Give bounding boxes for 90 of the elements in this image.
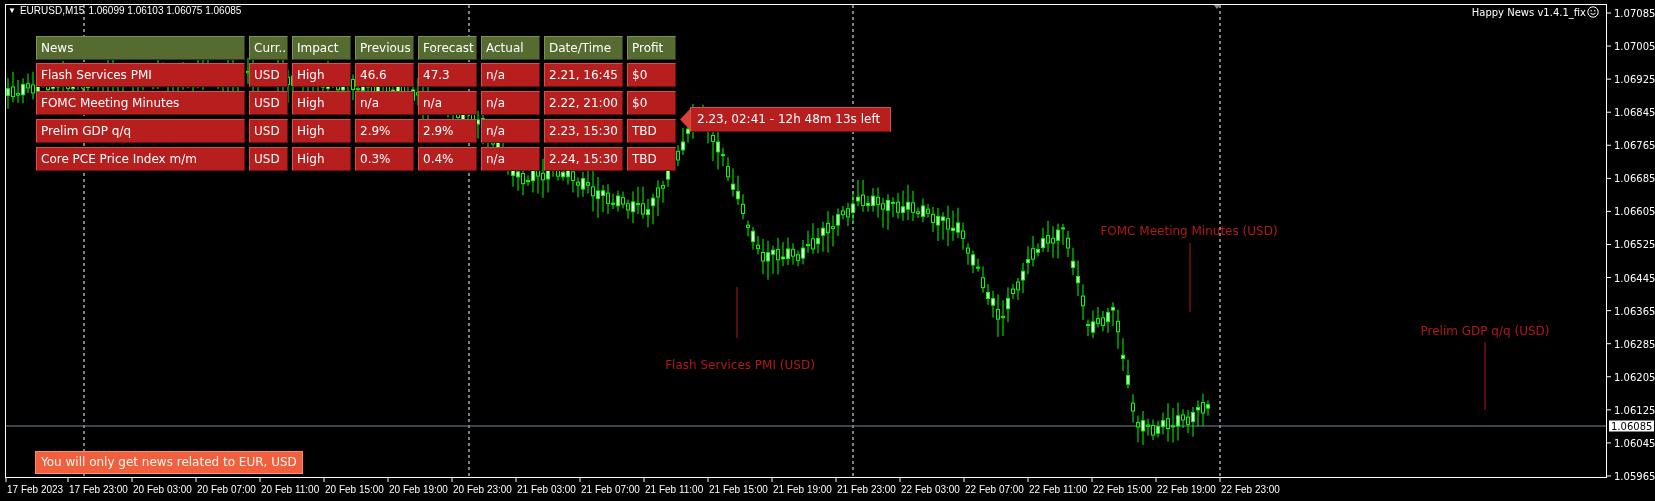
table-cell: n/a bbox=[481, 119, 540, 143]
table-cell: TBD bbox=[627, 147, 676, 171]
table-cell: USD bbox=[249, 119, 288, 143]
table-cell: 0.3% bbox=[355, 147, 414, 171]
table-cell: 2.23, 15:30 bbox=[544, 119, 623, 143]
time-label: 20 Feb 07:00 bbox=[197, 484, 256, 495]
time-label: 22 Feb 23:00 bbox=[1221, 484, 1280, 495]
table-cell: TBD bbox=[627, 119, 676, 143]
time-label: 21 Feb 03:00 bbox=[517, 484, 576, 495]
time-label: 20 Feb 03:00 bbox=[133, 484, 192, 495]
table-cell: 47.3 bbox=[418, 63, 477, 87]
table-cell: $0 bbox=[627, 91, 676, 115]
table-cell: 2.9% bbox=[355, 119, 414, 143]
price-label: 1.06685 bbox=[1614, 172, 1655, 184]
price-label: 1.06125 bbox=[1614, 404, 1655, 416]
table-cell: High bbox=[292, 91, 351, 115]
table-cell: Prelim GDP q/q bbox=[36, 119, 245, 143]
leader-line bbox=[1189, 242, 1191, 313]
time-label: 20 Feb 23:00 bbox=[453, 484, 512, 495]
table-cell: 2.21, 16:45 bbox=[544, 63, 623, 87]
time-label: 20 Feb 19:00 bbox=[389, 484, 448, 495]
table-cell: 0.4% bbox=[418, 147, 477, 171]
price-label: 1.06205 bbox=[1614, 371, 1655, 383]
pointer-icon bbox=[680, 107, 690, 132]
column-header: Curr.. bbox=[249, 36, 288, 60]
table-cell: High bbox=[292, 119, 351, 143]
price-label: 1.07005 bbox=[1614, 40, 1655, 52]
column-header: Forecast bbox=[418, 36, 477, 60]
table-cell: FOMC Meeting Minutes bbox=[36, 91, 245, 115]
time-label: 21 Feb 11:00 bbox=[645, 484, 704, 495]
table-cell: n/a bbox=[481, 91, 540, 115]
time-label: 22 Feb 07:00 bbox=[965, 484, 1024, 495]
time-label: 17 Feb 2023 bbox=[7, 484, 64, 495]
price-label: 1.06765 bbox=[1614, 139, 1655, 151]
shift-marker-icon[interactable] bbox=[1213, 4, 1221, 9]
table-cell: n/a bbox=[481, 147, 540, 171]
time-label: 17 Feb 23:00 bbox=[69, 484, 128, 495]
time-label: 22 Feb 15:00 bbox=[1093, 484, 1152, 495]
symbol-label: EURUSD,M15 bbox=[19, 5, 85, 16]
price-label: 1.06285 bbox=[1614, 338, 1655, 350]
column-header: Previous bbox=[355, 36, 414, 60]
time-label: 22 Feb 11:00 bbox=[1029, 484, 1088, 495]
table-cell: 2.22, 21:00 bbox=[544, 91, 623, 115]
price-label: 1.06605 bbox=[1614, 205, 1655, 217]
price-label: 1.06845 bbox=[1614, 106, 1655, 118]
time-label: 20 Feb 11:00 bbox=[261, 484, 320, 495]
time-label: 20 Feb 15:00 bbox=[325, 484, 384, 495]
leader-line bbox=[1484, 341, 1486, 411]
table-cell: Core PCE Price Index m/m bbox=[36, 147, 245, 171]
table-cell: n/a bbox=[418, 91, 477, 115]
table-cell: USD bbox=[249, 91, 288, 115]
table-cell: n/a bbox=[355, 91, 414, 115]
table-cell: n/a bbox=[481, 63, 540, 87]
price-label: 1.06045 bbox=[1614, 437, 1655, 449]
column-header: Date/Time bbox=[544, 36, 623, 60]
column-header: Impact bbox=[292, 36, 351, 60]
time-label: 21 Feb 07:00 bbox=[581, 484, 640, 495]
indicator-name: Happy News v1.4.1_fix bbox=[1471, 6, 1586, 18]
table-cell: Flash Services PMI bbox=[36, 63, 245, 87]
current-price-label: 1.06085 bbox=[1609, 420, 1655, 432]
table-cell: High bbox=[292, 147, 351, 171]
column-header: Actual bbox=[481, 36, 540, 60]
quote-values: 1.06099 1.06103 1.06075 1.06085 bbox=[88, 5, 242, 16]
table-cell: USD bbox=[249, 147, 288, 171]
price-label: 1.06525 bbox=[1614, 239, 1655, 250]
event-label: Prelim GDP q/q (USD) bbox=[1420, 324, 1550, 338]
countdown-label: 2.23, 02:41 - 12h 48m 13s left bbox=[690, 107, 892, 132]
price-label: 1.06445 bbox=[1614, 272, 1655, 284]
time-label: 22 Feb 19:00 bbox=[1157, 484, 1216, 495]
notice-banner: You will only get news related to EUR, USD bbox=[35, 451, 303, 474]
time-label: 21 Feb 19:00 bbox=[773, 484, 832, 495]
dropdown-icon[interactable]: ▼ bbox=[8, 6, 16, 15]
event-label: Flash Services PMI (USD) bbox=[665, 358, 815, 372]
table-cell: 2.24, 15:30 bbox=[544, 147, 623, 171]
time-label: 21 Feb 23:00 bbox=[837, 484, 896, 495]
leader-line bbox=[736, 286, 738, 339]
price-label: 1.07085 bbox=[1614, 7, 1655, 19]
time-label: 21 Feb 15:00 bbox=[709, 484, 768, 495]
price-label: 1.06925 bbox=[1614, 73, 1655, 85]
table-cell: 2.9% bbox=[418, 119, 477, 143]
column-header: News bbox=[36, 36, 245, 60]
table-cell: USD bbox=[249, 63, 288, 87]
price-label: 1.05965 bbox=[1614, 470, 1655, 482]
column-header: Profit bbox=[627, 36, 676, 60]
table-cell: 46.6 bbox=[355, 63, 414, 87]
event-label: FOMC Meeting Minutes (USD) bbox=[1100, 224, 1278, 238]
table-cell: High bbox=[292, 63, 351, 87]
time-label: 22 Feb 03:00 bbox=[901, 484, 960, 495]
price-label: 1.06365 bbox=[1614, 305, 1655, 317]
table-cell: $0 bbox=[627, 63, 676, 87]
